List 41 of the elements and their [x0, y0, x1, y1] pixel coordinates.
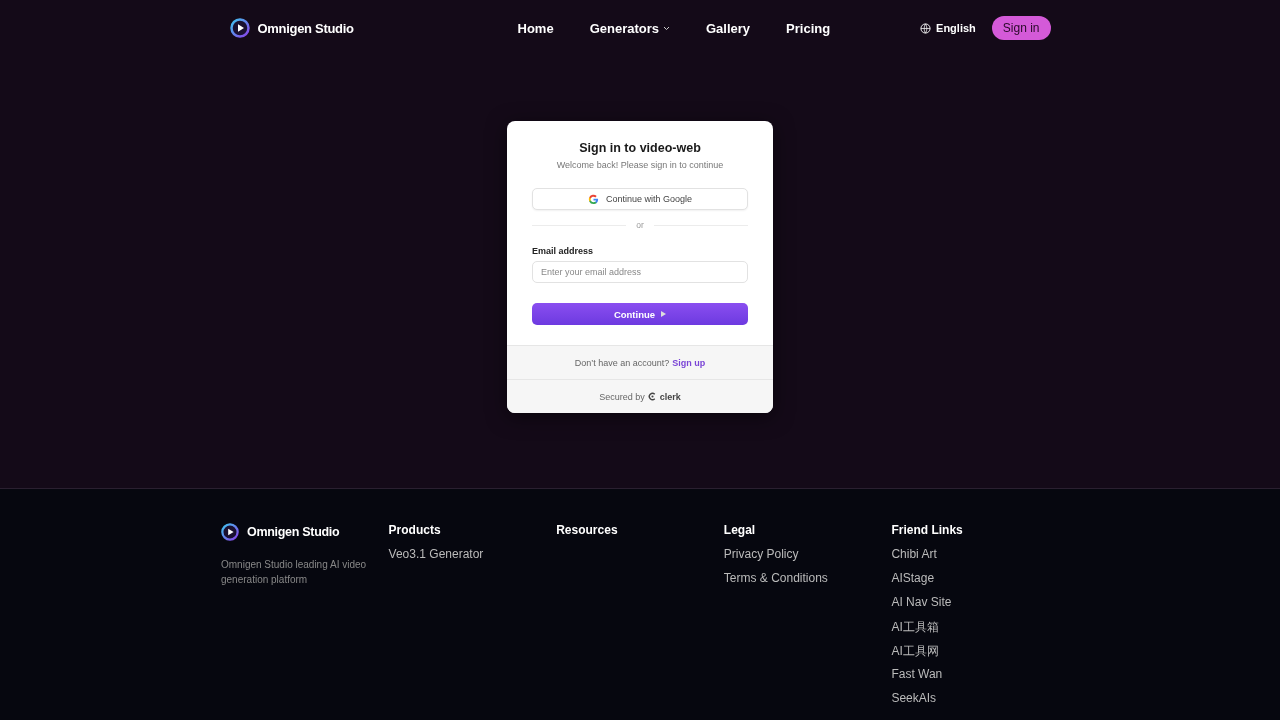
clerk-logo-icon: [647, 392, 657, 401]
language-button[interactable]: English: [916, 18, 980, 38]
globe-icon: [920, 22, 932, 34]
google-icon: [587, 193, 599, 205]
sign-in-button[interactable]: Sign in: [991, 16, 1051, 40]
nav-link[interactable]: Gallery: [706, 20, 751, 36]
footer-column-title: Products: [388, 523, 442, 537]
footer-column-title: Friend Links: [891, 523, 964, 537]
chevron-down-icon: [663, 25, 670, 31]
footer-link[interactable]: AI工具网: [891, 643, 1059, 657]
email-label: Email address: [532, 246, 595, 256]
card-subtitle: Welcome back! Please sign in to continue: [555, 160, 725, 170]
secured-text: Secured by: [599, 391, 645, 402]
footer-link[interactable]: Privacy Policy: [723, 547, 892, 561]
nav-link[interactable]: Pricing: [786, 20, 831, 36]
footer-link[interactable]: Terms & Conditions: [723, 571, 892, 585]
footer-brand-name: Omnigen Studio: [247, 525, 340, 539]
sign-up-link[interactable]: Sign up: [672, 357, 706, 368]
clerk-text: clerk: [659, 391, 681, 402]
footer-link[interactable]: AI Nav Site: [891, 595, 1059, 609]
triangle-right-icon: [661, 311, 667, 317]
play-logo-icon: [229, 18, 250, 38]
footer-link[interactable]: Chibi Art: [891, 547, 1059, 561]
footer-link[interactable]: SeekAIs: [891, 691, 1059, 705]
footer-link[interactable]: Fast Wan: [891, 667, 1059, 681]
email-field[interactable]: Enter your email address: [532, 261, 748, 283]
account-prompt: Don’t have an account?: [574, 357, 670, 368]
footer-link[interactable]: Veo3.1 Generator: [388, 547, 557, 561]
continue-button[interactable]: Continue: [532, 303, 748, 325]
footer-column-title: Legal: [723, 523, 757, 537]
google-button[interactable]: Continue with Google: [532, 188, 748, 210]
footer-link[interactable]: AIStage: [891, 571, 1059, 585]
nav-link[interactable]: Generators: [589, 20, 670, 36]
footer-tagline: Omnigen Studio leading AI video generation platform: [221, 558, 368, 587]
divider-text: or: [636, 220, 644, 230]
card-title: Sign in to video-web: [578, 141, 702, 155]
footer-column-title: Resources: [556, 523, 619, 537]
brand-name: Omnigen Studio: [257, 20, 354, 36]
nav-link[interactable]: Home: [517, 20, 554, 36]
footer-link[interactable]: AI工具箱: [891, 619, 1059, 633]
play-logo-icon: [221, 523, 239, 541]
